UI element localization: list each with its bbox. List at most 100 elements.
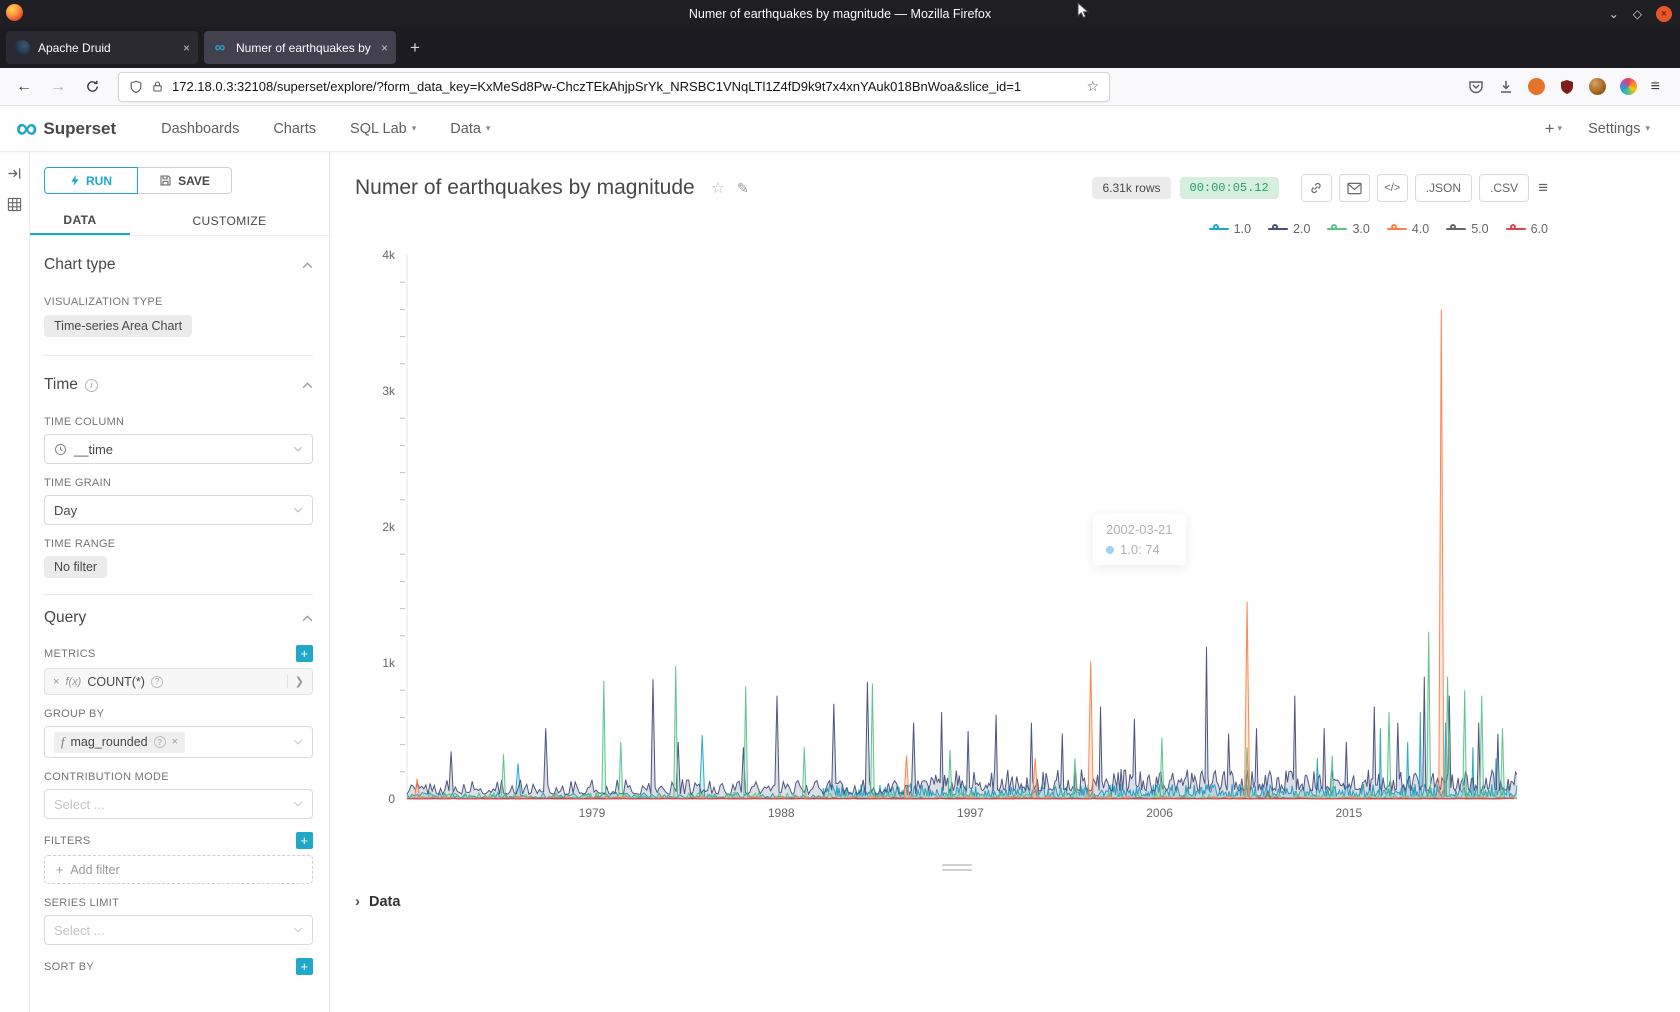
group-by-label-row: GROUP BY — [44, 708, 313, 720]
druid-favicon-icon — [14, 40, 30, 56]
nav-dashboards[interactable]: Dashboards — [161, 121, 239, 137]
data-section-toggle[interactable]: › Data — [355, 893, 400, 910]
section-time[interactable]: Time i — [44, 376, 313, 394]
app-menu-icon[interactable]: ≡ — [1651, 78, 1660, 96]
superset-infinity-icon: ∞ — [16, 114, 37, 144]
ublock-icon[interactable] — [1559, 79, 1575, 95]
link-icon — [1309, 181, 1323, 195]
tab-customize[interactable]: CUSTOMIZE — [130, 206, 329, 235]
chevron-down-icon — [293, 739, 303, 745]
export-csv-button[interactable]: .CSV — [1479, 174, 1529, 202]
divider — [44, 594, 313, 595]
remove-chip-icon[interactable]: × — [172, 736, 178, 748]
new-item-button[interactable]: +▾ — [1545, 119, 1562, 139]
expand-panel-icon[interactable] — [7, 166, 22, 181]
svg-text:3k: 3k — [382, 384, 396, 398]
superset-logo[interactable]: ∞ Superset — [16, 114, 116, 144]
run-button[interactable]: RUN — [44, 167, 138, 194]
contribution-select[interactable]: Select ... — [44, 789, 313, 819]
mail-icon — [1347, 182, 1362, 195]
legend-item[interactable]: 5.0 — [1446, 222, 1488, 236]
svg-text:1979: 1979 — [579, 806, 606, 820]
extension-pinwheel-icon[interactable] — [1620, 78, 1637, 95]
add-sort-button[interactable]: + — [296, 958, 313, 975]
fx-icon: f(x) — [65, 676, 81, 688]
save-button[interactable]: SAVE — [138, 167, 232, 194]
pocket-icon[interactable] — [1468, 79, 1484, 95]
nav-charts[interactable]: Charts — [273, 121, 316, 137]
settings-menu[interactable]: Settings▾ — [1588, 121, 1650, 137]
svg-text:1k: 1k — [382, 656, 396, 670]
account-avatar[interactable] — [1589, 78, 1606, 95]
chart-menu-icon[interactable]: ≡ — [1538, 178, 1548, 198]
add-filter-button[interactable]: + Add filter — [44, 855, 313, 884]
toolbar-right: ≡ — [1468, 78, 1670, 96]
save-disk-icon — [159, 174, 172, 187]
metric-chip[interactable]: × f(x) COUNT(*) ? ❯ — [44, 668, 313, 695]
nav-data[interactable]: Data▾ — [450, 121, 490, 137]
left-rail — [0, 152, 30, 1012]
share-link-button[interactable] — [1301, 174, 1332, 202]
legend-item[interactable]: 6.0 — [1506, 222, 1548, 236]
legend-marker — [1268, 223, 1288, 235]
favorite-star-icon[interactable]: ☆ — [711, 178, 725, 198]
new-tab-button[interactable]: + — [402, 38, 428, 58]
window-close-button[interactable]: × — [1656, 6, 1672, 22]
lock-icon[interactable] — [151, 80, 164, 93]
window-title: Numer of earthquakes by magnitude — Mozi… — [0, 7, 1680, 21]
remove-metric-icon[interactable]: × — [53, 676, 59, 688]
svg-text:1997: 1997 — [957, 806, 984, 820]
reload-button[interactable] — [78, 73, 106, 101]
add-metric-button[interactable]: + — [296, 645, 313, 662]
embed-code-button[interactable]: </> — [1377, 174, 1408, 202]
svg-text:2015: 2015 — [1335, 806, 1362, 820]
viz-type-value[interactable]: Time-series Area Chart — [44, 315, 192, 337]
resize-handle[interactable] — [942, 864, 972, 874]
series-limit-select[interactable]: Select ... — [44, 915, 313, 945]
downloads-icon[interactable] — [1498, 79, 1514, 95]
legend-item[interactable]: 3.0 — [1327, 222, 1369, 236]
legend-item[interactable]: 4.0 — [1387, 222, 1429, 236]
back-button[interactable]: ← — [10, 73, 38, 101]
tab-data[interactable]: DATA — [30, 206, 130, 235]
privacy-badger-icon[interactable] — [1528, 78, 1545, 95]
section-chart-type[interactable]: Chart type — [44, 256, 313, 274]
tracking-shield-icon[interactable] — [129, 80, 143, 94]
chevron-up-icon[interactable] — [302, 262, 313, 269]
legend-item[interactable]: 2.0 — [1268, 222, 1310, 236]
email-report-button[interactable] — [1339, 174, 1370, 202]
forward-button[interactable]: → — [44, 73, 72, 101]
bookmark-star-icon[interactable]: ☆ — [1086, 78, 1099, 95]
tab-close-icon[interactable]: × — [183, 41, 190, 55]
section-query[interactable]: Query — [44, 609, 313, 627]
timeseries-area-chart[interactable]: 01k2k3k4k19791988199720062015 — [355, 248, 1565, 848]
url-text[interactable]: 172.18.0.3:32108/superset/explore/?form_… — [172, 79, 1078, 94]
group-by-select[interactable]: f mag_rounded ? × — [44, 726, 313, 758]
window-minimize-icon[interactable]: ⌄ — [1609, 8, 1619, 20]
chart-canvas[interactable]: 01k2k3k4k19791988199720062015 2002-03-21… — [355, 248, 1565, 848]
time-range-value[interactable]: No filter — [44, 556, 107, 578]
add-filter-plus-button[interactable]: + — [296, 832, 313, 849]
export-json-button[interactable]: .JSON — [1415, 174, 1472, 202]
svg-text:1988: 1988 — [768, 806, 795, 820]
dataset-grid-icon[interactable] — [7, 197, 22, 212]
url-bar[interactable]: 172.18.0.3:32108/superset/explore/?form_… — [118, 72, 1110, 102]
chevron-up-icon[interactable] — [302, 615, 313, 622]
caret-down-icon: ▾ — [1645, 123, 1650, 134]
chevron-right-icon: › — [355, 893, 360, 910]
legend-marker — [1506, 223, 1526, 235]
chevron-right-icon[interactable]: ❯ — [287, 675, 304, 688]
time-column-select[interactable]: __time — [44, 434, 313, 464]
tab-close-icon[interactable]: × — [381, 41, 388, 55]
group-by-chip[interactable]: f mag_rounded ? × — [54, 732, 185, 753]
plus-icon: + — [56, 863, 63, 877]
window-maximize-icon[interactable]: ◇ — [1633, 8, 1642, 20]
nav-sql-lab[interactable]: SQL Lab▾ — [350, 121, 416, 137]
browser-tab-superset[interactable]: ∞ Numer of earthquakes by × — [204, 31, 396, 64]
time-grain-select[interactable]: Day — [44, 495, 313, 525]
edit-pencil-icon[interactable]: ✎ — [737, 180, 749, 197]
chevron-up-icon[interactable] — [302, 382, 313, 389]
browser-tab-druid[interactable]: Apache Druid × — [6, 31, 198, 64]
legend-item[interactable]: 1.0 — [1209, 222, 1251, 236]
header-right: +▾ Settings▾ — [1545, 119, 1664, 139]
